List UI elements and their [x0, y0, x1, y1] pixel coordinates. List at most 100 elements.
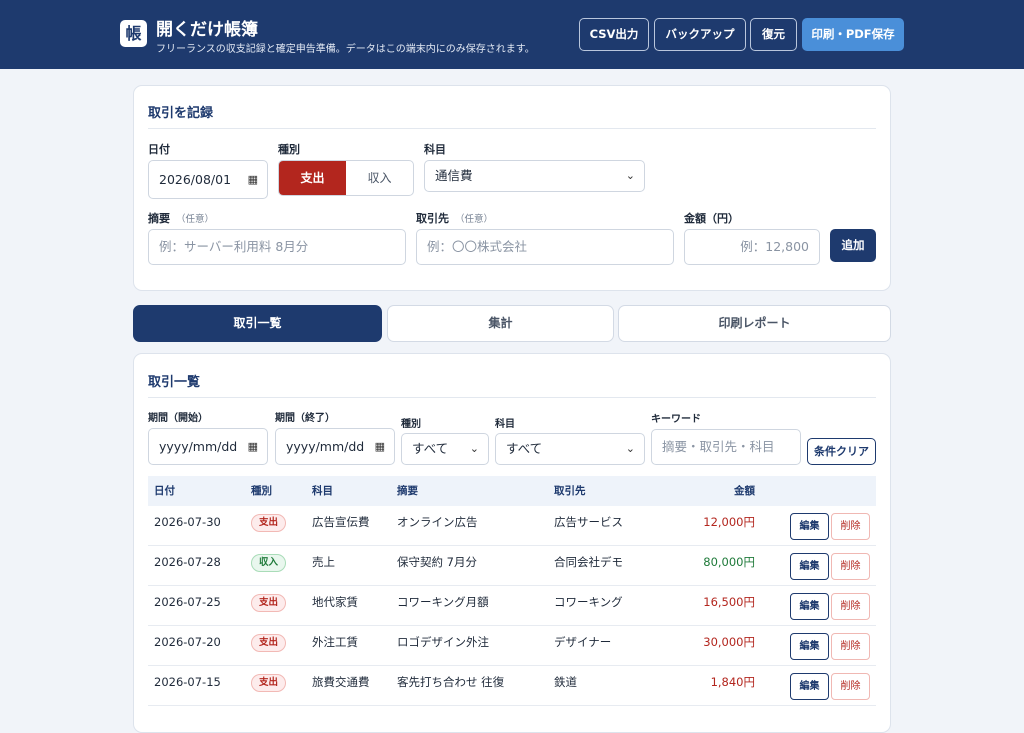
end-date-input[interactable]: yyyy/mm/dd ▦	[275, 428, 395, 465]
edit-button[interactable]: 編集	[790, 513, 829, 540]
delete-button[interactable]: 削除	[831, 593, 870, 620]
filter-type-value: すべて	[412, 441, 449, 456]
add-button[interactable]: 追加	[830, 229, 876, 262]
row-type-badge: 支出	[251, 514, 287, 532]
amount-label: 金額（円）	[684, 212, 739, 225]
delete-button[interactable]: 削除	[831, 553, 870, 580]
column-memo: 摘要	[397, 485, 418, 497]
tab-transactions[interactable]: 取引一覧	[133, 305, 382, 342]
delete-button[interactable]: 削除	[831, 633, 870, 660]
delete-button[interactable]: 削除	[831, 673, 870, 700]
filter-type-select[interactable]: すべて ⌄	[401, 433, 489, 465]
edit-button[interactable]: 編集	[790, 673, 829, 700]
end-date-label: 期間（終了）	[275, 413, 335, 424]
table-row: 2026-07-30 支出 広告宣伝費 オンライン広告 広告サービス 12,000円 編集削…	[148, 506, 876, 546]
type-label: 種別	[278, 143, 300, 156]
column-type: 種別	[251, 485, 272, 497]
edit-button[interactable]: 編集	[790, 633, 829, 660]
date-input[interactable]: 2026/08/01 ▦	[148, 160, 268, 199]
partner-optional-note: （任意）	[455, 214, 494, 225]
partner-label-row: 取引先 （任意）	[416, 210, 493, 226]
row-memo: 客先打ち合わせ 往復	[397, 675, 505, 689]
column-date: 日付	[154, 485, 175, 497]
backup-button[interactable]: バックアップ	[654, 18, 746, 51]
row-partner: 鉄道	[554, 675, 577, 689]
start-date-input[interactable]: yyyy/mm/dd ▦	[148, 428, 268, 465]
entry-divider	[148, 128, 876, 129]
calendar-icon[interactable]: ▦	[248, 161, 258, 198]
row-amount: 30,000円	[703, 635, 755, 649]
column-partner: 取引先	[554, 485, 586, 497]
row-partner: コワーキング	[554, 595, 623, 609]
print-pdf-button[interactable]: 印刷・PDF保存	[802, 18, 904, 51]
partner-input[interactable]: 例：〇〇株式会社	[416, 229, 674, 265]
row-date: 2026-07-15	[154, 675, 221, 689]
row-memo: オンライン広告	[397, 515, 478, 529]
row-amount: 1,840円	[710, 675, 755, 689]
partner-label: 取引先	[416, 212, 449, 225]
type-income-option[interactable]: 収入	[346, 161, 413, 195]
row-partner: デザイナー	[554, 635, 612, 649]
app-logo: 帳	[120, 20, 147, 47]
memo-input[interactable]: 例：サーバー利用料 8月分	[148, 229, 406, 265]
tab-summary[interactable]: 集計	[387, 305, 614, 342]
calendar-icon[interactable]: ▦	[248, 429, 258, 464]
end-date-placeholder: yyyy/mm/dd	[286, 439, 365, 454]
date-value: 2026/08/01	[159, 172, 232, 187]
table-row: 2026-07-20 支出 外注工賃 ロゴデザイン外注 デザイナー 30,000円 編集 削除	[148, 626, 876, 666]
row-date: 2026-07-30	[154, 515, 221, 529]
tab-print-report[interactable]: 印刷レポート	[618, 305, 891, 342]
row-type-badge: 支出	[251, 634, 287, 652]
table-header: 日付 種別 科目 摘要 取引先 金額	[148, 476, 876, 506]
memo-label: 摘要	[148, 212, 170, 225]
row-date: 2026-07-25	[154, 595, 221, 609]
app-subtitle: フリーランスの収支記録と確定申告準備。データはこの端末内にのみ保存されます。	[156, 44, 535, 55]
filter-account-select[interactable]: すべて ⌄	[495, 433, 645, 465]
row-type-badge: 収入	[251, 554, 287, 572]
start-date-label: 期間（開始）	[148, 413, 208, 424]
table-row: 2026-07-28 収入 売上 保守契約 7月分 合同会社デモ 80,000円 編集 削除	[148, 546, 876, 586]
row-type-badge: 支出	[251, 594, 287, 612]
chevron-down-icon: ⌄	[469, 442, 479, 455]
account-select[interactable]: 通信費 ⌄	[424, 160, 645, 192]
clear-filters-button[interactable]: 条件クリア	[807, 438, 876, 465]
app-header: 帳 開くだけ帳簿 フリーランスの収支記録と確定申告準備。データはこの端末内にのみ…	[0, 0, 1024, 69]
memo-optional-note: （任意）	[176, 214, 215, 225]
start-date-placeholder: yyyy/mm/dd	[159, 439, 238, 454]
row-account: 広告宣伝費	[312, 515, 370, 529]
amount-input[interactable]: 例：12,800	[684, 229, 820, 265]
type-toggle: 支出 収入	[278, 160, 414, 196]
keyword-label: キーワード	[651, 414, 701, 425]
delete-button[interactable]: 削除	[831, 513, 870, 540]
row-memo: ロゴデザイン外注	[397, 635, 489, 649]
column-amount: 金額	[734, 485, 755, 497]
edit-button[interactable]: 編集	[790, 553, 829, 580]
chevron-down-icon: ⌄	[625, 169, 635, 182]
row-partner: 合同会社デモ	[554, 555, 623, 569]
calendar-icon[interactable]: ▦	[375, 429, 385, 464]
filter-account-value: すべて	[506, 441, 543, 456]
keyword-input[interactable]: 摘要・取引先・科目	[651, 429, 801, 465]
filter-account-label: 科目	[495, 419, 515, 430]
row-memo: コワーキング月額	[397, 595, 489, 609]
restore-button[interactable]: 復元	[750, 18, 797, 51]
list-title: 取引一覧	[148, 375, 201, 390]
row-amount: 16,500円	[703, 595, 755, 609]
row-type-badge: 支出	[251, 674, 287, 692]
row-account: 売上	[312, 555, 335, 569]
row-memo: 保守契約 7月分	[397, 555, 477, 569]
row-amount: 80,000円	[703, 555, 755, 569]
row-account: 旅費交通費	[312, 675, 370, 689]
row-amount: 12,000円	[703, 515, 755, 529]
date-label: 日付	[148, 143, 170, 156]
edit-button[interactable]: 編集	[790, 593, 829, 620]
type-expense-option[interactable]: 支出	[279, 161, 346, 195]
row-partner: 広告サービス	[554, 515, 623, 529]
column-account: 科目	[312, 485, 333, 497]
csv-export-button[interactable]: CSV出力	[579, 18, 649, 51]
account-label: 科目	[424, 143, 446, 156]
entry-title: 取引を記録	[148, 106, 214, 121]
table-row: 2026-07-15 支出 旅費交通費 客先打ち合わせ 往復 鉄道 1,840円 編集 削除	[148, 666, 876, 706]
row-account: 外注工賃	[312, 635, 358, 649]
table-row: 2026-07-25 支出 地代家賃 コワーキング月額 コワーキング 16,500円 編集削…	[148, 586, 876, 626]
